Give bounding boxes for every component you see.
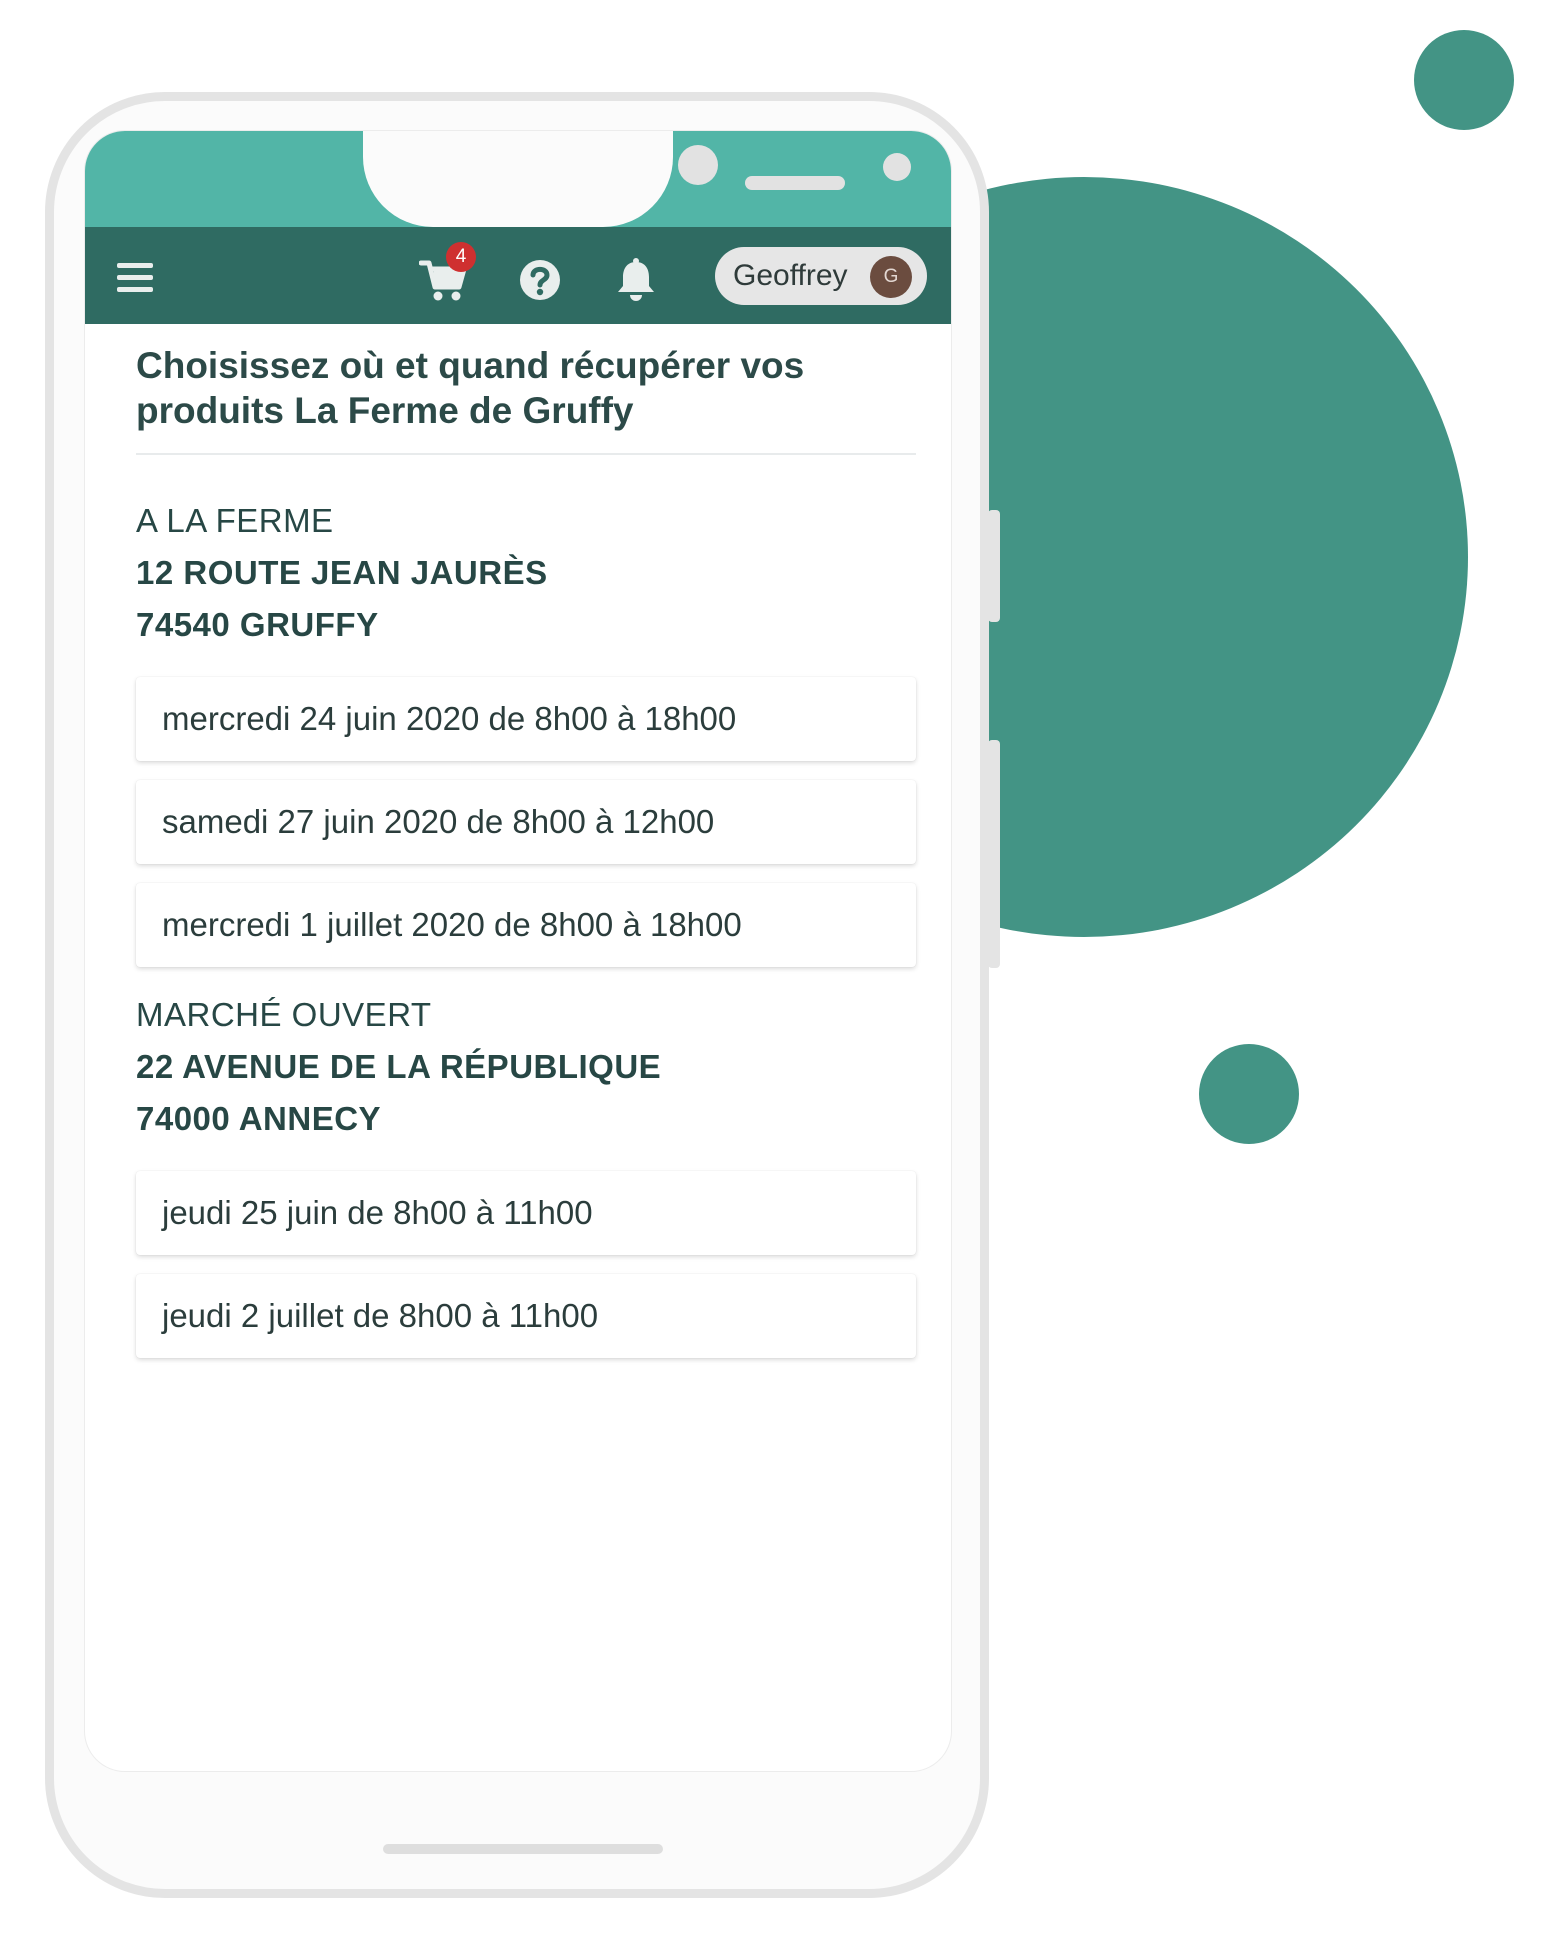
location-name: MARCHÉ OUVERT: [136, 996, 432, 1033]
pickup-slot-option[interactable]: samedi 27 juin 2020 de 8h00 à 12h00: [136, 780, 916, 864]
page-title: Choisissez où et quand récupérer vos pro…: [136, 343, 916, 455]
bell-icon[interactable]: [615, 257, 657, 301]
location-street: 12 ROUTE JEAN JAURÈS: [136, 554, 548, 591]
earpiece-speaker: [745, 176, 845, 190]
location-city: 74000 ANNECY: [136, 1100, 382, 1137]
proximity-sensor: [883, 153, 911, 181]
decorative-circle-small-middle: [1199, 1044, 1299, 1144]
slot-label: mercredi 1 juillet 2020 de 8h00 à 18h00: [162, 906, 742, 943]
slot-label: jeudi 25 juin de 8h00 à 11h00: [162, 1194, 593, 1231]
front-camera: [678, 145, 718, 185]
user-menu-chip[interactable]: Geoffrey G: [715, 247, 927, 305]
location-street: 22 AVENUE DE LA RÉPUBLIQUE: [136, 1048, 662, 1085]
location-block-farm: A LA FERME 12 ROUTE JEAN JAURÈS 74540 GR…: [136, 495, 916, 967]
slot-list: jeudi 25 juin de 8h00 à 11h00 jeudi 2 ju…: [136, 1171, 916, 1358]
phone-side-button-power: [988, 510, 1000, 622]
main-content: Choisissez où et quand récupérer vos pro…: [136, 343, 916, 1377]
slot-label: mercredi 24 juin 2020 de 8h00 à 18h00: [162, 700, 737, 737]
home-indicator: [383, 1844, 663, 1854]
pickup-slot-option[interactable]: mercredi 24 juin 2020 de 8h00 à 18h00: [136, 677, 916, 761]
decorative-circle-small-top: [1414, 30, 1514, 130]
location-name: A LA FERME: [136, 502, 334, 539]
pickup-slot-option[interactable]: mercredi 1 juillet 2020 de 8h00 à 18h00: [136, 883, 916, 967]
slot-label: jeudi 2 juillet de 8h00 à 11h00: [162, 1297, 599, 1334]
cart-count-badge: 4: [446, 242, 476, 272]
menu-icon[interactable]: [117, 263, 153, 293]
phone-notch: [363, 131, 911, 227]
pickup-slot-option[interactable]: jeudi 2 juillet de 8h00 à 11h00: [136, 1274, 916, 1358]
location-block-market: MARCHÉ OUVERT 22 AVENUE DE LA RÉPUBLIQUE…: [136, 989, 916, 1358]
help-icon[interactable]: [519, 259, 561, 301]
location-city: 74540 GRUFFY: [136, 606, 379, 643]
slot-label: samedi 27 juin 2020 de 8h00 à 12h00: [162, 803, 715, 840]
user-name: Geoffrey: [733, 259, 848, 292]
phone-side-button-volume: [988, 740, 1000, 968]
avatar: G: [870, 256, 912, 298]
slot-list: mercredi 24 juin 2020 de 8h00 à 18h00 sa…: [136, 677, 916, 967]
pickup-slot-option[interactable]: jeudi 25 juin de 8h00 à 11h00: [136, 1171, 916, 1255]
phone-screen: 4 Geoffrey G Choisissez où et quand récu…: [85, 131, 951, 1771]
app-bar: 4 Geoffrey G: [85, 227, 951, 324]
